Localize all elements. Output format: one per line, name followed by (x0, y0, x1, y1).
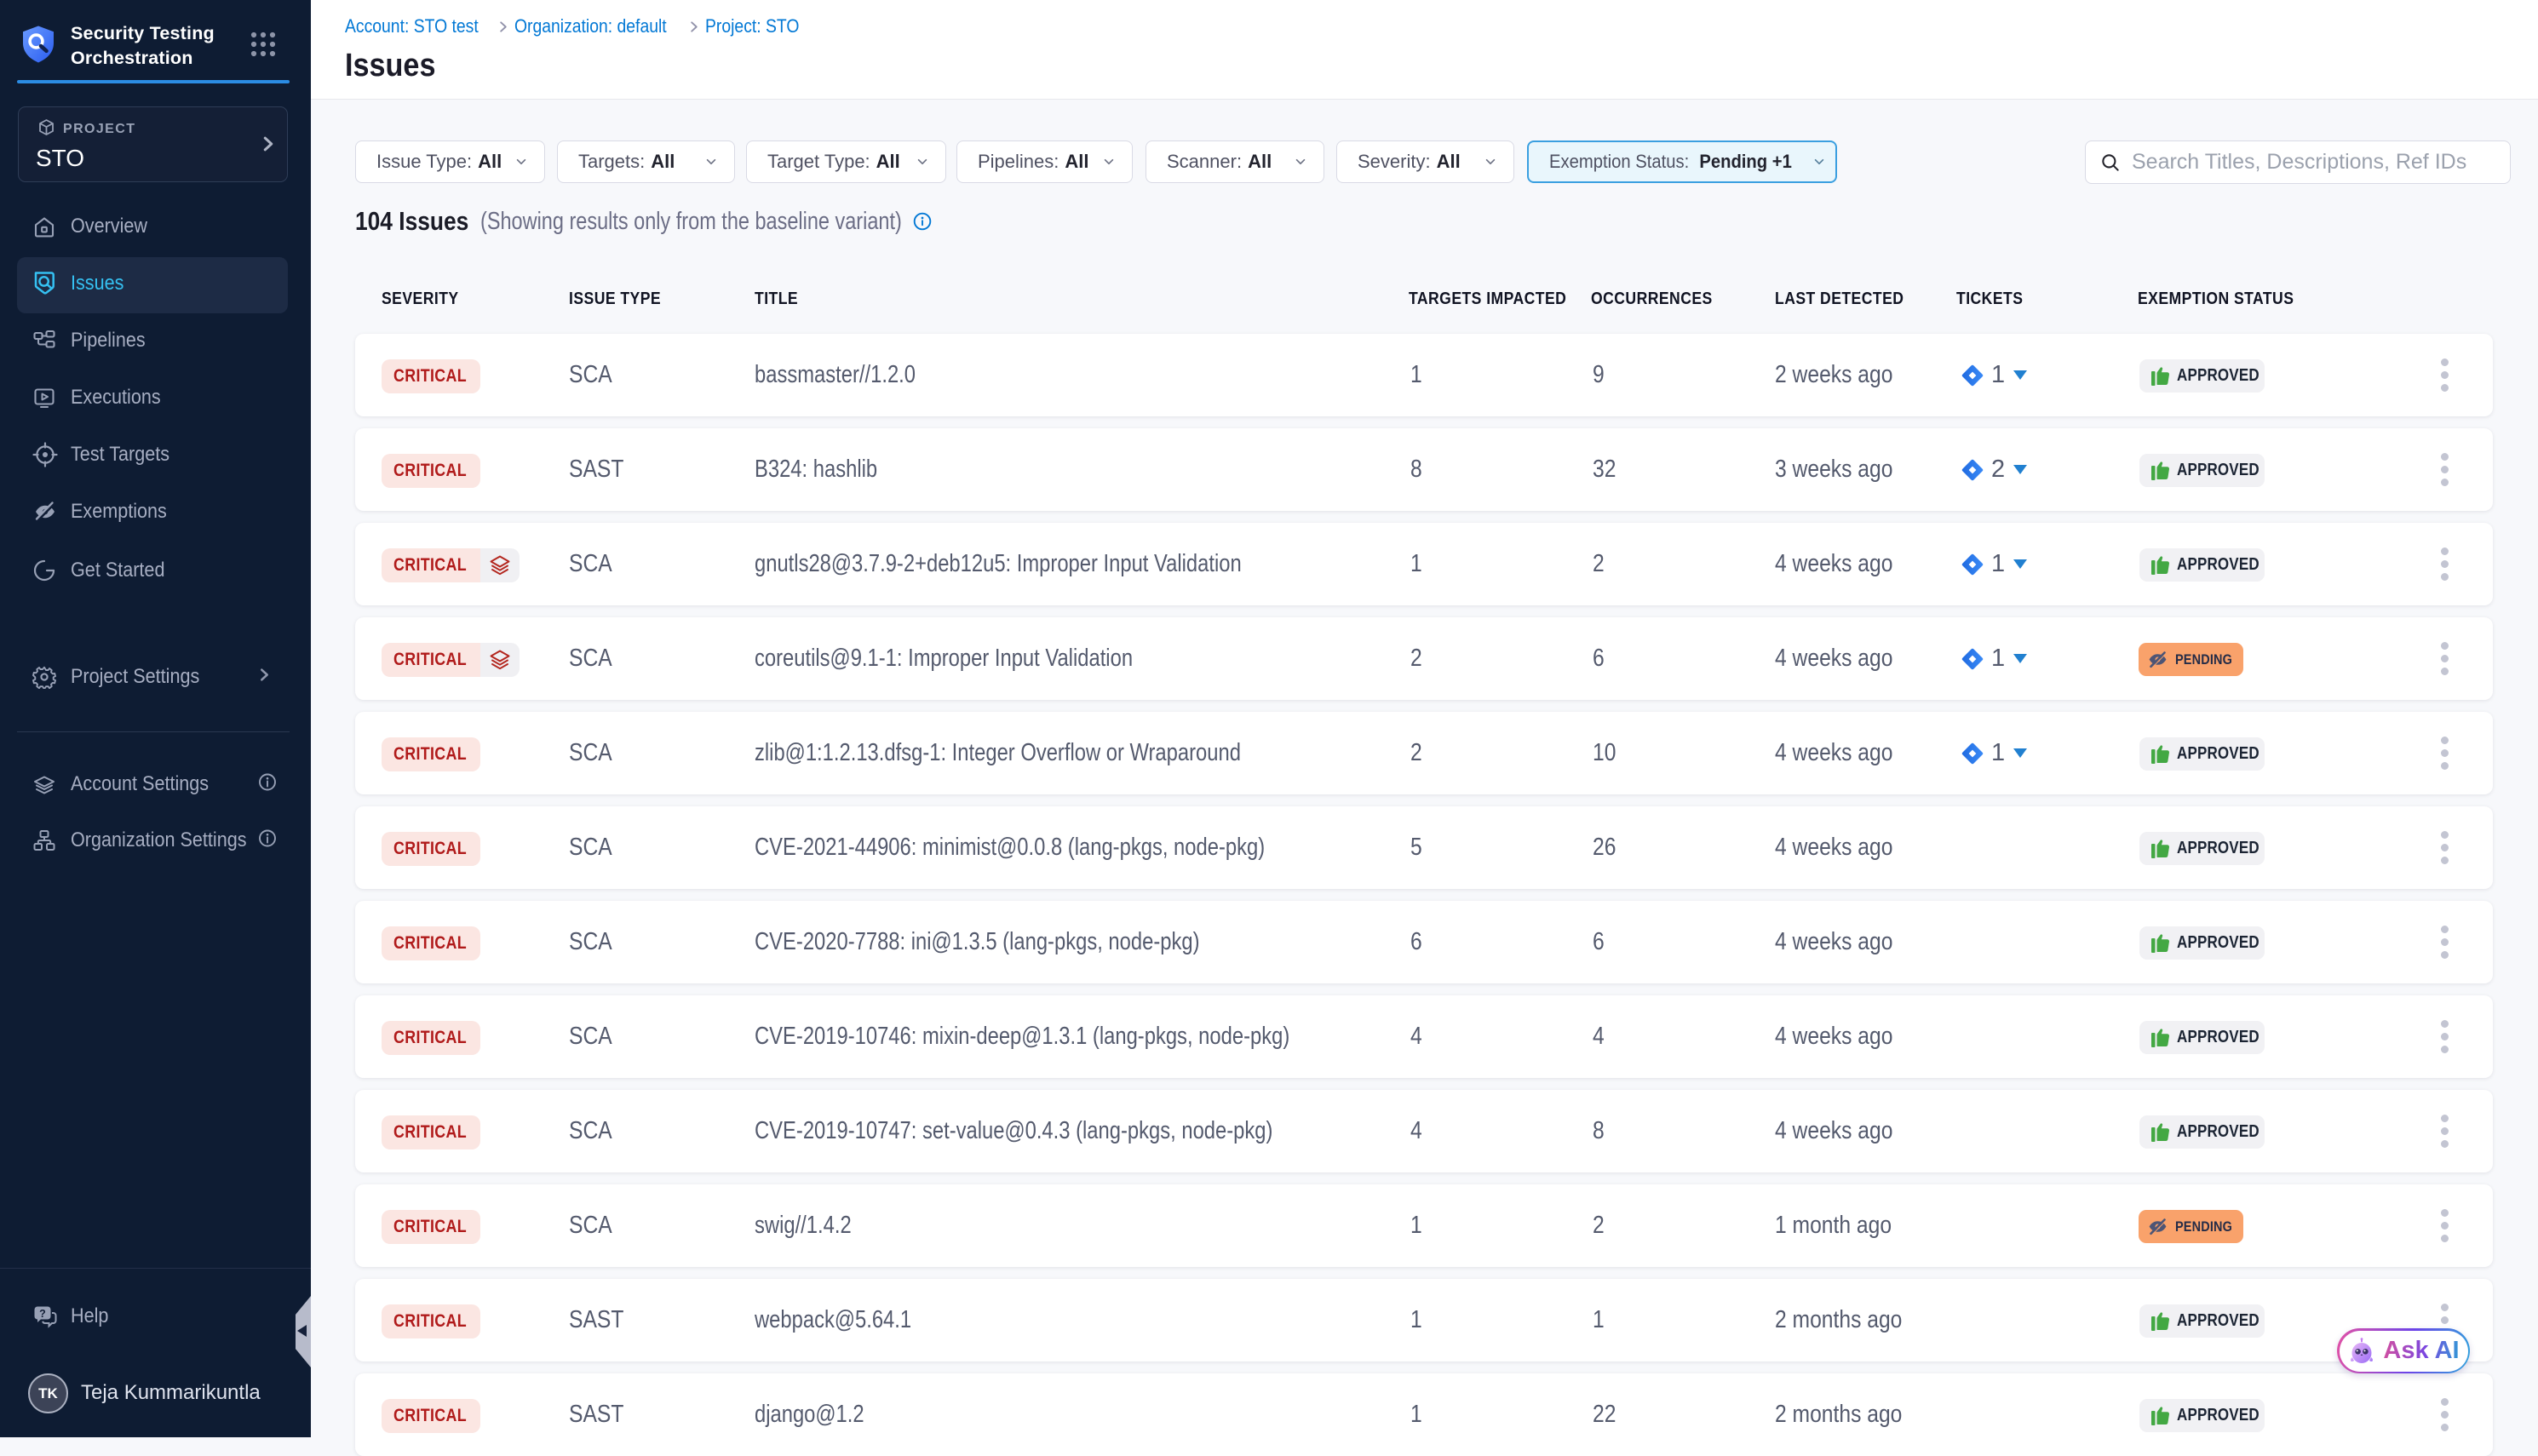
svg-text:?: ? (39, 1307, 46, 1319)
